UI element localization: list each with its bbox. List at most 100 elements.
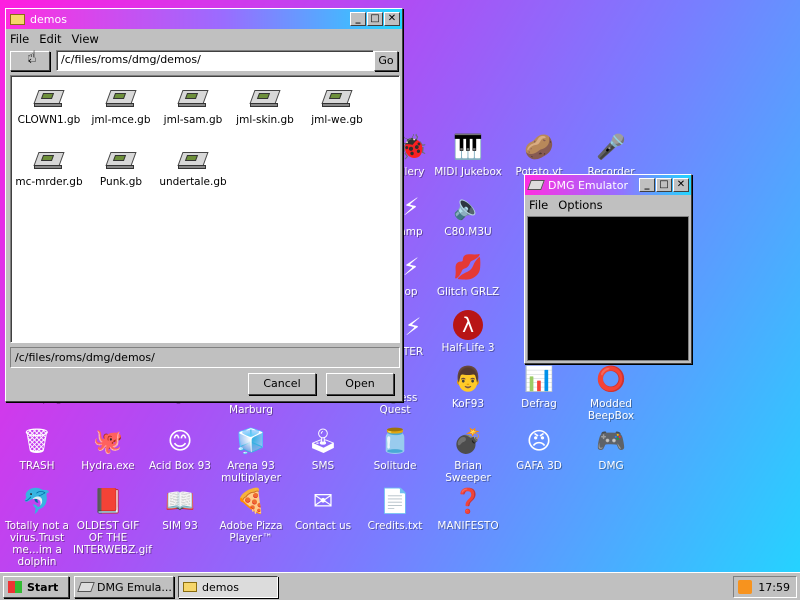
file-item[interactable]: Punk.gb xyxy=(85,148,157,188)
gameboy-icon xyxy=(527,180,545,190)
desktop-icon-dmg[interactable]: 🎮 DMG xyxy=(576,424,646,472)
file-item[interactable]: jml-sam.gb xyxy=(157,86,229,126)
dolphin-icon: 🐬 xyxy=(22,487,52,515)
sms-console-icon: 🕹 xyxy=(307,427,339,455)
close-button[interactable]: ✕ xyxy=(384,12,400,26)
rss-icon[interactable] xyxy=(738,580,753,594)
desktop-icon-acid-box-93[interactable]: 😊 Acid Box 93 xyxy=(145,424,215,472)
desktop-icon-hydra[interactable]: 🐙 Hydra.exe xyxy=(73,424,143,472)
file-item[interactable]: jml-skin.gb xyxy=(229,86,301,126)
task-demos[interactable]: demos xyxy=(178,576,278,598)
maximize-button[interactable]: □ xyxy=(656,178,672,192)
maximize-button[interactable]: □ xyxy=(367,12,383,26)
desktop-icon-label: MIDI Jukebox xyxy=(434,166,502,178)
minimize-button[interactable]: _ xyxy=(639,178,655,192)
menu-file[interactable]: File xyxy=(10,32,29,46)
file-name: CLOWN1.gb xyxy=(17,114,81,126)
desktop-icon-contact-us[interactable]: ✉ Contact us xyxy=(288,484,358,532)
desktop-icon-defrag[interactable]: 📊 Defrag xyxy=(504,362,574,410)
gameboy-cartridge-icon xyxy=(105,148,137,170)
kof-icon: 👨 xyxy=(453,365,483,393)
gameboy-cartridge-icon xyxy=(105,86,137,108)
path-input[interactable]: /c/files/roms/dmg/demos/ xyxy=(56,50,374,71)
go-button[interactable]: Go xyxy=(374,51,398,71)
desktop-icon-label: SMS xyxy=(311,460,335,472)
desktop-icon-potato[interactable]: 🥔 Potato.yt xyxy=(504,130,574,178)
desktop-icon-brian-sweeper[interactable]: 💣 Brian Sweeper xyxy=(433,424,503,484)
open-button[interactable]: Open xyxy=(326,373,394,395)
desktop-icon-solitude[interactable]: 🫙 Solitude xyxy=(360,424,430,472)
desktop-icon-glitch-grlz[interactable]: 💋 Glitch GRLZ xyxy=(433,250,503,298)
hand-cursor-icon: ☝ xyxy=(27,47,37,66)
gameboy-cartridge-icon xyxy=(249,86,281,108)
explorer-menubar: File Edit View xyxy=(6,29,402,49)
desktop-icon-label: Brian Sweeper xyxy=(445,460,491,484)
desktop-icon-adobe-pizza[interactable]: 🍕 Adobe Pizza Player™ xyxy=(216,484,286,544)
contact-icon: ✉ xyxy=(312,487,334,515)
start-button[interactable]: Start xyxy=(3,576,69,598)
file-name: jml-mce.gb xyxy=(91,114,151,126)
desktop-icon-label: Totally not a virus.Trust me...im a dolp… xyxy=(5,520,69,568)
gif-icon: 📕 xyxy=(93,487,123,515)
text-file-icon: 📄 xyxy=(380,487,410,515)
desktop-icon-gafa-3d[interactable]: 😠 GAFA 3D xyxy=(504,424,574,472)
emulator-screen[interactable] xyxy=(527,216,689,361)
back-button[interactable]: ‹ ☝ xyxy=(10,47,50,71)
cancel-button[interactable]: Cancel xyxy=(248,373,316,395)
microphone-icon: 🎤 xyxy=(596,133,626,161)
desktop-icon-label: Contact us xyxy=(294,520,352,532)
desktop-icon-midi-jukebox[interactable]: 🎹 MIDI Jukebox xyxy=(433,130,503,178)
file-item[interactable]: jml-we.gb xyxy=(301,86,373,126)
desktop-icon-arena-93[interactable]: 🧊 Arena 93 multiplayer xyxy=(216,424,286,484)
desktop-icon-oldest-gif[interactable]: 📕 OLDEST GIF OF THE INTERWEBZ.gif xyxy=(73,484,152,556)
windows-logo-icon xyxy=(8,581,22,593)
gameboy-cartridge-icon xyxy=(177,148,209,170)
desktop-icon-label: C80.M3U xyxy=(444,226,492,238)
file-item[interactable]: undertale.gb xyxy=(157,148,229,188)
file-item[interactable]: mc-mrder.gb xyxy=(13,148,85,188)
sim-icon: 📖 xyxy=(165,487,195,515)
desktop-icon-dolphin[interactable]: 🐬 Totally not a virus.Trust me...im a dol… xyxy=(2,484,72,568)
desktop-icon-modded-beepbox[interactable]: ⭕ Modded BeepBox xyxy=(576,362,646,422)
menu-edit[interactable]: Edit xyxy=(39,32,61,46)
hydra-icon: 🐙 xyxy=(93,427,123,455)
half-life-icon: λ xyxy=(453,310,483,340)
playlist-icon: 🔈 xyxy=(453,193,483,221)
trash-icon: 🗑 xyxy=(21,427,53,455)
desktop-icon-sms[interactable]: 🕹 SMS xyxy=(288,424,358,472)
gameboy-cartridge-icon xyxy=(177,86,209,108)
menu-file[interactable]: File xyxy=(529,198,548,212)
task-label: demos xyxy=(202,580,239,594)
start-label: Start xyxy=(27,580,59,594)
desktop-icon-manifesto[interactable]: ❓ MANIFESTO xyxy=(433,484,503,532)
desktop-icon-recorder[interactable]: 🎤 Recorder xyxy=(576,130,646,178)
file-item[interactable]: CLOWN1.gb xyxy=(13,86,85,126)
file-item[interactable]: jml-mce.gb xyxy=(85,86,157,126)
pizza-icon: 🍕 xyxy=(236,487,266,515)
desktop-icon-label: Adobe Pizza Player™ xyxy=(219,520,283,544)
desktop-icon-label: KoF93 xyxy=(451,398,485,410)
menu-options[interactable]: Options xyxy=(558,198,602,212)
piano-icon: 🎹 xyxy=(453,133,483,161)
close-button[interactable]: ✕ xyxy=(673,178,689,192)
desktop-icon-label: Defrag xyxy=(521,398,557,410)
desktop-icon-half-life-3[interactable]: λ Half-Life 3 xyxy=(433,310,503,354)
emulator-titlebar[interactable]: DMG Emulator _ □ ✕ xyxy=(525,175,691,195)
question-icon: ❓ xyxy=(453,487,483,515)
cube-icon: 🧊 xyxy=(236,427,266,455)
explorer-titlebar[interactable]: demos _ □ ✕ xyxy=(6,9,402,29)
desktop-icon-label: Credits.txt xyxy=(367,520,423,532)
desktop-icon-sim-93[interactable]: 📖 SIM 93 xyxy=(145,484,215,532)
file-list: CLOWN1.gb jml-mce.gb jml-sam.gb jml-skin… xyxy=(10,75,400,343)
task-dmg-emulator[interactable]: DMG Emula... xyxy=(74,576,174,598)
desktop-icon-credits[interactable]: 📄 Credits.txt xyxy=(360,484,430,532)
desktop-icon-kof93[interactable]: 👨 KoF93 xyxy=(433,362,503,410)
desktop-icon-label: Solitude xyxy=(373,460,417,472)
desktop-icon-c80-m3u[interactable]: 🔈 C80.M3U xyxy=(433,190,503,238)
window-title: demos xyxy=(30,12,67,26)
gameboy-icon: 🎮 xyxy=(596,427,626,455)
desktop-icon-label: GAFA 3D xyxy=(516,460,562,472)
desktop-icon-trash[interactable]: 🗑 TRASH xyxy=(2,424,72,472)
menu-view[interactable]: View xyxy=(72,32,99,46)
minimize-button[interactable]: _ xyxy=(350,12,366,26)
